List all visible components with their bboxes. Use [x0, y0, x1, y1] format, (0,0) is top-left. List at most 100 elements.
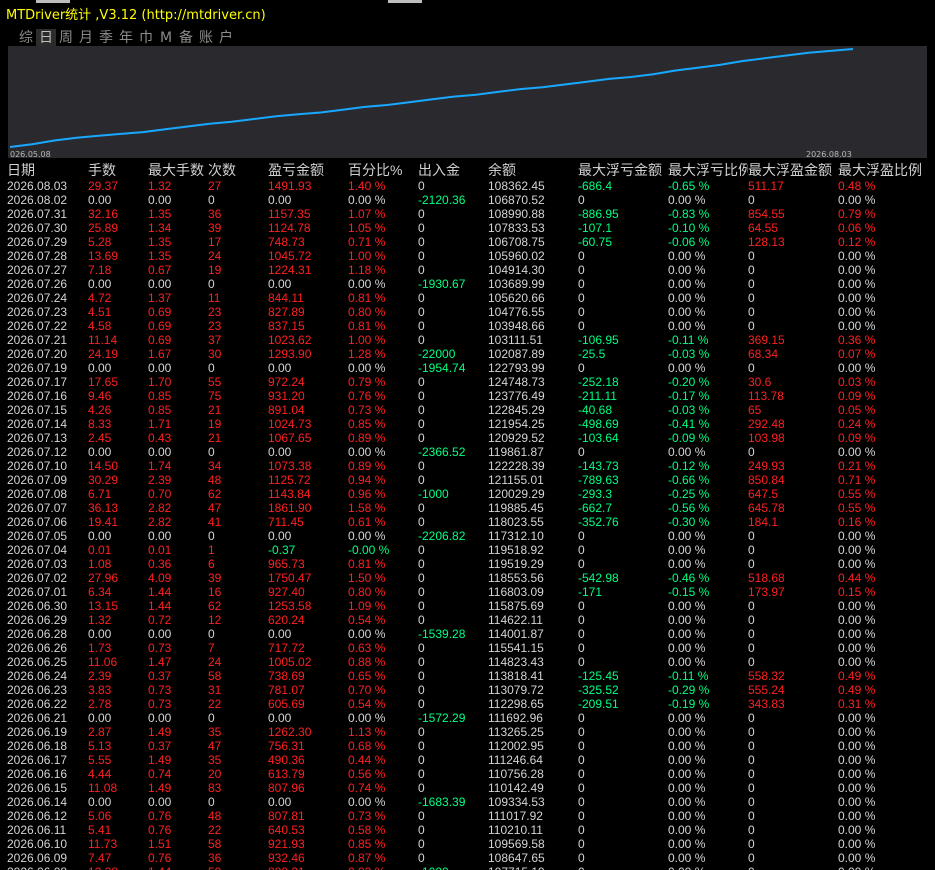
- table-row[interactable]: 2026.07.03 1.08 0.36 6 965.73 0.81 % 0 119519.2…: [0, 557, 935, 571]
- table-row[interactable]: 2026.07.23 4.51 0.69 23 827.89 0.80 % 0 104776.…: [0, 305, 935, 319]
- table-cell: 0: [208, 529, 215, 543]
- top-strip-tab[interactable]: [36, 0, 70, 3]
- table-row[interactable]: 2026.06.21 0.00 0.00 0 0.00 0.00 % -1572.29 111…: [0, 711, 935, 725]
- table-row[interactable]: 2026.06.09 7.47 0.76 36 932.46 0.87 % 0 108647.…: [0, 851, 935, 865]
- table-row[interactable]: 2026.06.19 2.87 1.49 35 1262.30 1.13 % 0 113265…: [0, 725, 935, 739]
- table-row[interactable]: 2026.06.28 0.00 0.00 0 0.00 0.00 % -1539.28 114…: [0, 627, 935, 641]
- table-row[interactable]: 2026.07.09 30.29 2.39 48 1125.72 0.94 % 0 12115…: [0, 473, 935, 487]
- column-header[interactable]: 最大浮盈金额: [748, 162, 832, 179]
- table-cell: -0.41 %: [668, 417, 710, 431]
- table-row[interactable]: 2026.07.07 36.13 2.82 47 1861.90 1.58 % 0 11988…: [0, 501, 935, 515]
- table-cell: 25.89: [88, 221, 119, 235]
- tab-8[interactable]: 备: [176, 29, 196, 47]
- table-row[interactable]: 2026.06.25 11.06 1.47 24 1005.02 0.88 % 0 11482…: [0, 655, 935, 669]
- table-row[interactable]: 2026.06.17 5.55 1.49 35 490.36 0.44 % 0 111246.…: [0, 753, 935, 767]
- table-cell: 0.76: [148, 809, 172, 823]
- column-header[interactable]: 最大手数: [148, 162, 204, 179]
- table-cell: 0.00 %: [838, 851, 876, 865]
- table-cell: 0: [418, 207, 425, 221]
- column-header[interactable]: 百分比%: [348, 162, 402, 179]
- tab-3[interactable]: 月: [76, 29, 96, 47]
- tab-0[interactable]: 综: [16, 29, 36, 47]
- table-row[interactable]: 2026.06.16 4.44 0.74 20 613.79 0.56 % 0 110756.…: [0, 767, 935, 781]
- table-row[interactable]: 2026.06.22 2.78 0.73 22 605.69 0.54 % 0 112298.…: [0, 697, 935, 711]
- tab-2[interactable]: 周: [56, 29, 76, 47]
- table-row[interactable]: 2026.06.18 5.13 0.37 47 756.31 0.68 % 0 112002.…: [0, 739, 935, 753]
- table-row[interactable]: 2026.07.13 2.45 0.43 21 1067.65 0.89 % 0 120929…: [0, 431, 935, 445]
- table-row[interactable]: 2026.07.27 7.18 0.67 19 1224.31 1.18 % 0 104914…: [0, 263, 935, 277]
- table-row[interactable]: 2026.07.10 14.50 1.74 34 1073.38 0.89 % 0 12222…: [0, 459, 935, 473]
- table-cell: 1.32: [148, 179, 172, 193]
- tab-6[interactable]: 巾: [136, 29, 156, 47]
- column-header[interactable]: 最大浮亏金额: [578, 162, 662, 179]
- table-row[interactable]: 2026.07.14 8.33 1.71 19 1024.73 0.85 % 0 121954…: [0, 417, 935, 431]
- table-row[interactable]: 2026.07.22 4.58 0.69 23 837.15 0.81 % 0 103948.…: [0, 319, 935, 333]
- table-row[interactable]: 2026.06.11 5.41 0.76 22 640.53 0.58 % 0 110210.…: [0, 823, 935, 837]
- table-row[interactable]: 2026.06.08 12.38 1.44 59 880.21 0.83 % -1000 10…: [0, 865, 935, 870]
- table-row[interactable]: 2026.07.12 0.00 0.00 0 0.00 0.00 % -2366.52 119…: [0, 445, 935, 459]
- tab-10[interactable]: 户: [216, 29, 236, 47]
- table-row[interactable]: 2026.07.06 19.41 2.82 41 711.45 0.61 % 0 118023…: [0, 515, 935, 529]
- tab-5[interactable]: 年: [116, 29, 136, 47]
- table-cell: 0: [748, 291, 755, 305]
- table-cell: 0: [748, 599, 755, 613]
- table-cell: 2026.07.01: [7, 585, 68, 599]
- table-cell: 0: [418, 697, 425, 711]
- table-row[interactable]: 2026.07.02 27.96 4.09 39 1750.47 1.50 % 0 11855…: [0, 571, 935, 585]
- table-row[interactable]: 2026.07.01 6.34 1.44 16 927.40 0.80 % 0 116803.…: [0, 585, 935, 599]
- table-cell: 0: [418, 809, 425, 823]
- column-header[interactable]: 出入金: [418, 162, 460, 179]
- table-cell: 807.96: [268, 781, 305, 795]
- table-row[interactable]: 2026.07.19 0.00 0.00 0 0.00 0.00 % -1954.74 122…: [0, 361, 935, 375]
- table-cell: 1.34: [148, 221, 172, 235]
- column-header[interactable]: 最大浮盈比例: [838, 162, 922, 179]
- table-cell: 0.70 %: [348, 683, 386, 697]
- table-cell: 0.00: [88, 445, 112, 459]
- table-cell: 0.24 %: [838, 417, 876, 431]
- tab-7[interactable]: M: [156, 29, 176, 47]
- table-row[interactable]: 2026.06.26 1.73 0.73 7 717.72 0.63 % 0 115541.1…: [0, 641, 935, 655]
- table-row[interactable]: 2026.07.16 9.46 0.85 75 931.20 0.76 % 0 123776.…: [0, 389, 935, 403]
- table-row[interactable]: 2026.08.03 29.37 1.32 27 1491.93 1.40 % 0 10836…: [0, 179, 935, 193]
- table-cell: 748.73: [268, 235, 305, 249]
- column-header[interactable]: 最大浮亏比例: [668, 162, 752, 179]
- table-row[interactable]: 2026.07.24 4.72 1.37 11 844.11 0.81 % 0 105620.…: [0, 291, 935, 305]
- table-cell: 59: [208, 865, 221, 870]
- tab-4[interactable]: 季: [96, 29, 116, 47]
- table-row[interactable]: 2026.06.12 5.06 0.76 48 807.81 0.73 % 0 111017.…: [0, 809, 935, 823]
- column-header[interactable]: 盈亏金额: [268, 162, 324, 179]
- table-cell: 1.44: [148, 865, 171, 870]
- table-cell: 0.00 %: [838, 193, 876, 207]
- table-row[interactable]: 2026.06.10 11.73 1.51 58 921.93 0.85 % 0 109569…: [0, 837, 935, 851]
- table-row[interactable]: 2026.07.17 17.65 1.70 55 972.24 0.79 % 0 124748…: [0, 375, 935, 389]
- table-row[interactable]: 2026.07.29 5.28 1.35 17 748.73 0.71 % 0 106708.…: [0, 235, 935, 249]
- table-row[interactable]: 2026.07.15 4.26 0.85 21 891.04 0.73 % 0 122845.…: [0, 403, 935, 417]
- table-row[interactable]: 2026.07.28 13.69 1.35 24 1045.72 1.00 % 0 10596…: [0, 249, 935, 263]
- column-header[interactable]: 手数: [88, 162, 116, 179]
- column-header[interactable]: 日期: [7, 162, 35, 179]
- tab-9[interactable]: 账: [196, 29, 216, 47]
- table-row[interactable]: 2026.07.05 0.00 0.00 0 0.00 0.00 % -2206.82 117…: [0, 529, 935, 543]
- table-row[interactable]: 2026.07.31 32.16 1.35 36 1157.35 1.07 % 0 10899…: [0, 207, 935, 221]
- table-row[interactable]: 2026.07.21 11.14 0.69 37 1023.62 1.00 % 0 10311…: [0, 333, 935, 347]
- table-row[interactable]: 2026.06.15 11.08 1.49 83 807.96 0.74 % 0 110142…: [0, 781, 935, 795]
- table-row[interactable]: 2026.07.08 6.71 0.70 62 1143.84 0.96 % -1000 12…: [0, 487, 935, 501]
- table-cell: 249.93: [748, 459, 785, 473]
- column-header[interactable]: 余额: [488, 162, 516, 179]
- table-cell: 827.89: [268, 305, 305, 319]
- table-row[interactable]: 2026.06.14 0.00 0.00 0 0.00 0.00 % -1683.39 109…: [0, 795, 935, 809]
- table-row[interactable]: 2026.06.23 3.83 0.73 31 781.07 0.70 % 0 113079.…: [0, 683, 935, 697]
- table-row[interactable]: 2026.06.24 2.39 0.37 58 738.69 0.65 % 0 113818.…: [0, 669, 935, 683]
- table-cell: 0.36 %: [838, 333, 876, 347]
- table-row[interactable]: 2026.06.29 1.32 0.72 12 620.24 0.54 % 0 114622.…: [0, 613, 935, 627]
- table-row[interactable]: 2026.07.26 0.00 0.00 0 0.00 0.00 % -1930.67 103…: [0, 277, 935, 291]
- tab-1[interactable]: 日: [36, 29, 56, 47]
- top-strip-tab[interactable]: [388, 0, 422, 3]
- table-row[interactable]: 2026.06.30 13.15 1.44 62 1253.58 1.09 % 0 11587…: [0, 599, 935, 613]
- table-row[interactable]: 2026.07.20 24.19 1.67 30 1293.90 1.28 % -22000…: [0, 347, 935, 361]
- table-row[interactable]: 2026.07.30 25.89 1.34 39 1124.78 1.05 % 0 10783…: [0, 221, 935, 235]
- table-row[interactable]: 2026.08.02 0.00 0.00 0 0.00 0.00 % -2120.36 106…: [0, 193, 935, 207]
- column-header[interactable]: 次数: [208, 162, 236, 179]
- table-row[interactable]: 2026.07.04 0.01 0.01 1 -0.37 -0.00 % 0 119518.9…: [0, 543, 935, 557]
- table-cell: 0: [748, 655, 755, 669]
